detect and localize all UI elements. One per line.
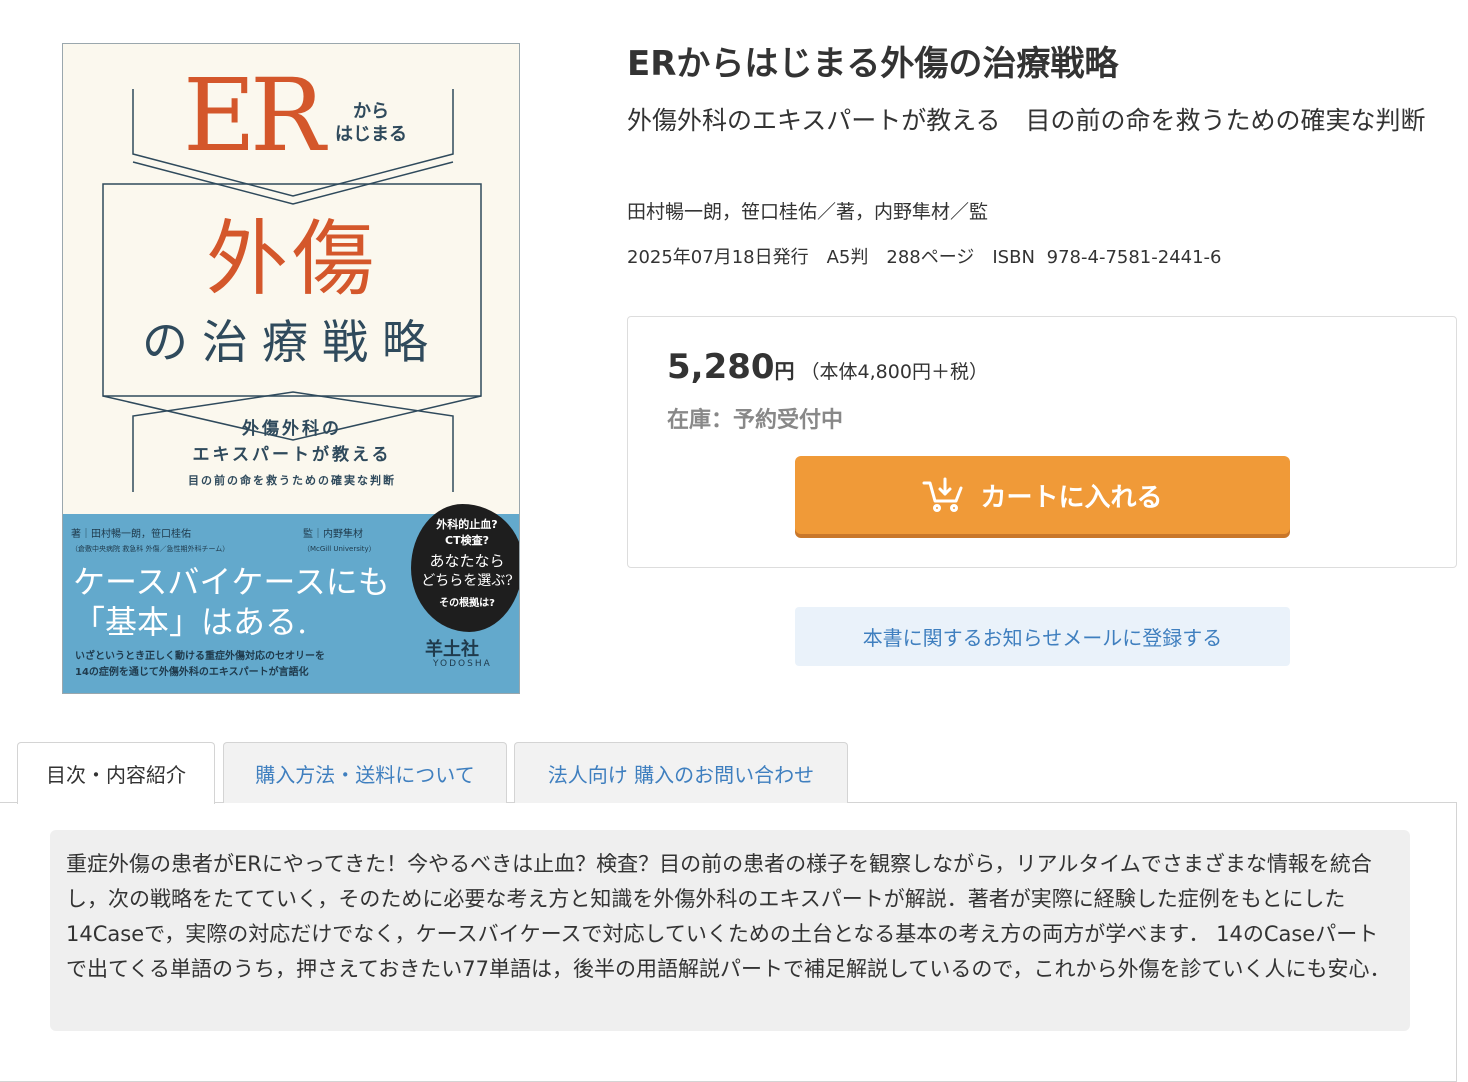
book-meta: 2025年07月18日発行 A5判 288ページ ISBN 978-4-7581…: [627, 247, 1222, 268]
cover-question-badge: 外科的止血? CT検査? あなたなら どちらを選ぶ? その根拠は?: [411, 504, 519, 632]
price: 5,280円 （本体4,800円＋税）: [667, 347, 988, 387]
cover-er-text: ER: [183, 57, 325, 174]
book-title: ERからはじまる外傷の治療戦略: [627, 44, 1119, 84]
cart-icon: [922, 477, 966, 513]
book-introduction: 重症外傷の患者がERにやってきた！今やるべきは止血？検査？目の前の患者の様子を観…: [50, 830, 1410, 1031]
price-currency: 円: [774, 359, 795, 383]
add-to-cart-label: カートに入れる: [980, 482, 1163, 513]
cover-tagline-2: エキスパートが教える: [192, 445, 392, 465]
tab-corporate-inquiry[interactable]: 法人向け 購入のお問い合わせ: [514, 742, 848, 803]
add-to-cart-button[interactable]: カートに入れる: [795, 456, 1290, 534]
cover-tagline-1: 外傷外科の: [242, 419, 342, 439]
notify-mail-button[interactable]: 本書に関するお知らせメールに登録する: [795, 607, 1290, 666]
cover-publisher-en: YODOSHA: [433, 659, 492, 669]
cover-publisher-logo: 羊土社: [425, 639, 479, 660]
tab-contents-intro[interactable]: 目次・内容紹介: [17, 742, 215, 804]
book-cover-image: ER から はじまる 外傷 の治療戦略 外傷外科の エキスパートが教える 目の前の…: [62, 43, 520, 694]
cover-title-main: 外傷: [205, 212, 378, 307]
price-tax-note: （本体4,800円＋税）: [800, 361, 988, 383]
book-authors: 田村暢一朗，笹口桂佑／著，内野隼材／監: [627, 201, 989, 223]
cover-case-text: ケースバイケースにも 「基本」はある.: [73, 563, 390, 641]
cover-description: いざというとき正しく動ける重症外傷対応のセオリーを 14の症例を通じて外傷外科のエ…: [75, 651, 325, 678]
cover-supervisor: 監｜内野隼材 （McGill University）: [303, 529, 376, 553]
cover-tagline-3: 目の前の命を救うための確実な判断: [188, 474, 396, 487]
stock-status: 在庫：予約受付中: [667, 408, 844, 433]
purchase-box: 5,280円 （本体4,800円＋税） 在庫：予約受付中 カートに入れる: [627, 316, 1457, 568]
tab-purchase-shipping[interactable]: 購入方法・送料について: [223, 742, 507, 803]
book-subtitle: 外傷外科のエキスパートが教える 目の前の命を救うための確実な判断: [627, 106, 1426, 135]
cover-title-sub: の治療戦略: [142, 315, 442, 369]
cover-authors: 著｜田村暢一朗，笹口桂佑 （倉敷中央病院 救急科 外傷／急性期外科チーム）: [71, 529, 230, 553]
price-value: 5,280: [667, 347, 775, 387]
cover-kara-text: から はじまる: [335, 101, 407, 145]
